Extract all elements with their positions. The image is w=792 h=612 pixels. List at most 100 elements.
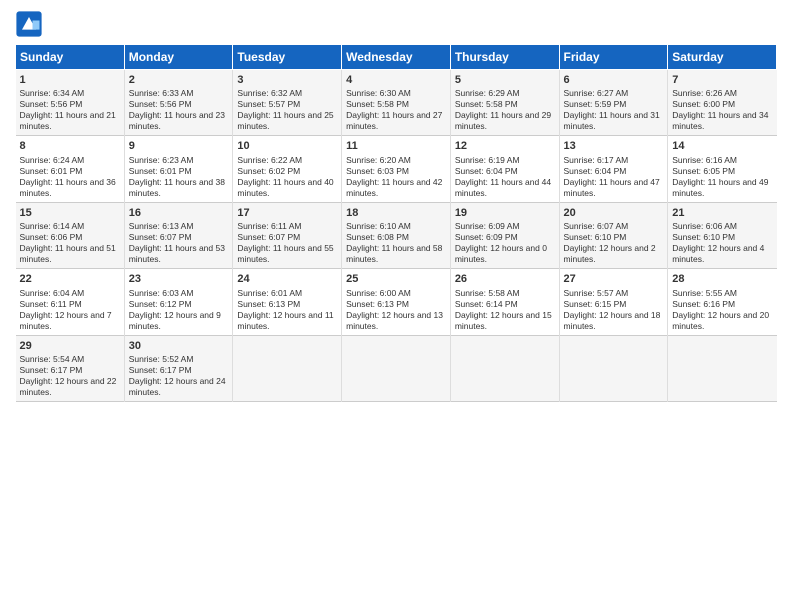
day-number: 11 bbox=[346, 139, 446, 153]
sunrise: Sunrise: 6:32 AM bbox=[237, 88, 302, 98]
calendar-cell: 8Sunrise: 6:24 AMSunset: 6:01 PMDaylight… bbox=[16, 136, 125, 202]
sunset: Sunset: 6:00 PM bbox=[672, 99, 735, 109]
sunset: Sunset: 6:17 PM bbox=[129, 365, 192, 375]
sunrise: Sunrise: 6:16 AM bbox=[672, 155, 737, 165]
sunset: Sunset: 6:10 PM bbox=[672, 232, 735, 242]
sunset: Sunset: 6:09 PM bbox=[455, 232, 518, 242]
sunrise: Sunrise: 6:06 AM bbox=[672, 221, 737, 231]
sunset: Sunset: 6:03 PM bbox=[346, 166, 409, 176]
calendar-week-5: 29Sunrise: 5:54 AMSunset: 6:17 PMDayligh… bbox=[16, 335, 777, 401]
sunset: Sunset: 6:16 PM bbox=[672, 299, 735, 309]
sunrise: Sunrise: 6:22 AM bbox=[237, 155, 302, 165]
day-number: 8 bbox=[20, 139, 120, 153]
daylight-label: Daylight: 12 hours and 13 minutes. bbox=[346, 310, 443, 331]
sunset: Sunset: 5:56 PM bbox=[20, 99, 83, 109]
sunset: Sunset: 6:13 PM bbox=[237, 299, 300, 309]
daylight-label: Daylight: 12 hours and 4 minutes. bbox=[672, 243, 764, 264]
calendar-cell bbox=[668, 335, 777, 401]
daylight-label: Daylight: 11 hours and 51 minutes. bbox=[20, 243, 116, 264]
calendar-cell: 21Sunrise: 6:06 AMSunset: 6:10 PMDayligh… bbox=[668, 202, 777, 268]
daylight-label: Daylight: 11 hours and 23 minutes. bbox=[129, 110, 225, 131]
header-row: SundayMondayTuesdayWednesdayThursdayFrid… bbox=[16, 45, 777, 70]
calendar-cell: 24Sunrise: 6:01 AMSunset: 6:13 PMDayligh… bbox=[233, 269, 342, 335]
day-number: 17 bbox=[237, 206, 337, 220]
sunrise: Sunrise: 6:10 AM bbox=[346, 221, 411, 231]
sunrise: Sunrise: 6:27 AM bbox=[564, 88, 629, 98]
daylight-label: Daylight: 11 hours and 44 minutes. bbox=[455, 177, 551, 198]
day-number: 6 bbox=[564, 73, 664, 87]
calendar-cell: 28Sunrise: 5:55 AMSunset: 6:16 PMDayligh… bbox=[668, 269, 777, 335]
sunrise: Sunrise: 6:24 AM bbox=[20, 155, 85, 165]
sunset: Sunset: 6:02 PM bbox=[237, 166, 300, 176]
day-header-wednesday: Wednesday bbox=[342, 45, 451, 70]
header-area bbox=[15, 10, 777, 38]
daylight-label: Daylight: 11 hours and 34 minutes. bbox=[672, 110, 768, 131]
sunset: Sunset: 6:14 PM bbox=[455, 299, 518, 309]
sunrise: Sunrise: 6:09 AM bbox=[455, 221, 520, 231]
day-header-tuesday: Tuesday bbox=[233, 45, 342, 70]
daylight-label: Daylight: 11 hours and 27 minutes. bbox=[346, 110, 442, 131]
sunset: Sunset: 5:57 PM bbox=[237, 99, 300, 109]
day-number: 18 bbox=[346, 206, 446, 220]
calendar-cell: 13Sunrise: 6:17 AMSunset: 6:04 PMDayligh… bbox=[559, 136, 668, 202]
daylight-label: Daylight: 11 hours and 49 minutes. bbox=[672, 177, 768, 198]
calendar-cell: 29Sunrise: 5:54 AMSunset: 6:17 PMDayligh… bbox=[16, 335, 125, 401]
daylight-label: Daylight: 11 hours and 42 minutes. bbox=[346, 177, 442, 198]
calendar-cell: 1Sunrise: 6:34 AMSunset: 5:56 PMDaylight… bbox=[16, 70, 125, 136]
sunset: Sunset: 6:05 PM bbox=[672, 166, 735, 176]
daylight-label: Daylight: 11 hours and 40 minutes. bbox=[237, 177, 333, 198]
sunrise: Sunrise: 5:52 AM bbox=[129, 354, 194, 364]
calendar-cell: 16Sunrise: 6:13 AMSunset: 6:07 PMDayligh… bbox=[124, 202, 233, 268]
day-number: 21 bbox=[672, 206, 772, 220]
sunrise: Sunrise: 6:01 AM bbox=[237, 288, 302, 298]
day-number: 1 bbox=[20, 73, 120, 87]
day-number: 20 bbox=[564, 206, 664, 220]
sunset: Sunset: 5:58 PM bbox=[455, 99, 518, 109]
day-number: 13 bbox=[564, 139, 664, 153]
calendar-cell: 5Sunrise: 6:29 AMSunset: 5:58 PMDaylight… bbox=[450, 70, 559, 136]
daylight-label: Daylight: 11 hours and 55 minutes. bbox=[237, 243, 333, 264]
calendar-cell bbox=[342, 335, 451, 401]
calendar-cell: 22Sunrise: 6:04 AMSunset: 6:11 PMDayligh… bbox=[16, 269, 125, 335]
daylight-label: Daylight: 12 hours and 15 minutes. bbox=[455, 310, 552, 331]
day-number: 23 bbox=[129, 272, 229, 286]
sunset: Sunset: 6:15 PM bbox=[564, 299, 627, 309]
day-number: 14 bbox=[672, 139, 772, 153]
sunset: Sunset: 6:11 PM bbox=[20, 299, 82, 309]
sunrise: Sunrise: 6:26 AM bbox=[672, 88, 737, 98]
sunset: Sunset: 6:04 PM bbox=[564, 166, 627, 176]
sunrise: Sunrise: 6:29 AM bbox=[455, 88, 520, 98]
daylight-label: Daylight: 11 hours and 58 minutes. bbox=[346, 243, 442, 264]
calendar-cell: 9Sunrise: 6:23 AMSunset: 6:01 PMDaylight… bbox=[124, 136, 233, 202]
daylight-label: Daylight: 11 hours and 31 minutes. bbox=[564, 110, 660, 131]
calendar-cell: 6Sunrise: 6:27 AMSunset: 5:59 PMDaylight… bbox=[559, 70, 668, 136]
sunset: Sunset: 5:59 PM bbox=[564, 99, 627, 109]
sunset: Sunset: 6:06 PM bbox=[20, 232, 83, 242]
day-number: 12 bbox=[455, 139, 555, 153]
sunset: Sunset: 6:08 PM bbox=[346, 232, 409, 242]
sunset: Sunset: 6:01 PM bbox=[129, 166, 192, 176]
calendar-cell: 11Sunrise: 6:20 AMSunset: 6:03 PMDayligh… bbox=[342, 136, 451, 202]
calendar-cell: 2Sunrise: 6:33 AMSunset: 5:56 PMDaylight… bbox=[124, 70, 233, 136]
sunrise: Sunrise: 6:14 AM bbox=[20, 221, 85, 231]
day-number: 24 bbox=[237, 272, 337, 286]
calendar-cell: 18Sunrise: 6:10 AMSunset: 6:08 PMDayligh… bbox=[342, 202, 451, 268]
day-number: 3 bbox=[237, 73, 337, 87]
daylight-label: Daylight: 11 hours and 47 minutes. bbox=[564, 177, 660, 198]
sunrise: Sunrise: 5:58 AM bbox=[455, 288, 520, 298]
calendar-cell bbox=[559, 335, 668, 401]
day-number: 19 bbox=[455, 206, 555, 220]
daylight-label: Daylight: 12 hours and 7 minutes. bbox=[20, 310, 112, 331]
sunset: Sunset: 6:17 PM bbox=[20, 365, 83, 375]
sunrise: Sunrise: 5:55 AM bbox=[672, 288, 737, 298]
calendar-cell: 20Sunrise: 6:07 AMSunset: 6:10 PMDayligh… bbox=[559, 202, 668, 268]
day-number: 16 bbox=[129, 206, 229, 220]
sunrise: Sunrise: 5:54 AM bbox=[20, 354, 85, 364]
daylight-label: Daylight: 12 hours and 24 minutes. bbox=[129, 376, 226, 397]
daylight-label: Daylight: 12 hours and 22 minutes. bbox=[20, 376, 117, 397]
sunrise: Sunrise: 6:04 AM bbox=[20, 288, 85, 298]
sunrise: Sunrise: 6:11 AM bbox=[237, 221, 301, 231]
sunrise: Sunrise: 6:03 AM bbox=[129, 288, 194, 298]
sunrise: Sunrise: 6:30 AM bbox=[346, 88, 411, 98]
sunrise: Sunrise: 6:13 AM bbox=[129, 221, 194, 231]
